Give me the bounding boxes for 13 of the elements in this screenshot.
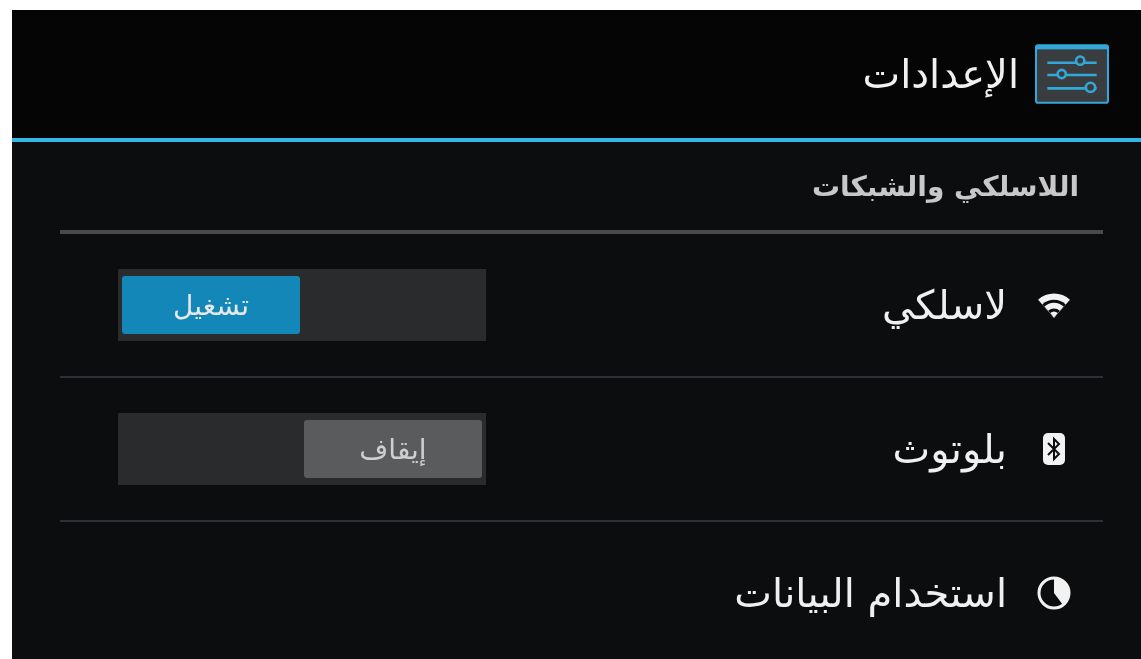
settings-item[interactable]: لاسلكي تشغيل: [12, 234, 1141, 376]
settings-icon[interactable]: [1035, 44, 1109, 104]
setting-label: استخدام البيانات: [734, 570, 1007, 616]
switch-thumb: إيقاف: [304, 420, 482, 478]
setting-label: بلوتوث: [892, 426, 1007, 472]
screen-title: الإعدادات: [862, 51, 1019, 97]
switch-thumb: تشغيل: [122, 276, 300, 334]
setting-label: لاسلكي: [882, 282, 1007, 328]
settings-item[interactable]: استخدام البيانات: [12, 522, 1141, 659]
pie-clock-icon: [1037, 576, 1071, 610]
section-header: اللاسلكي والشبكات: [811, 169, 1079, 203]
settings-item[interactable]: بلوتوث إيقاف: [12, 378, 1141, 520]
toggle-switch[interactable]: إيقاف: [118, 413, 486, 485]
